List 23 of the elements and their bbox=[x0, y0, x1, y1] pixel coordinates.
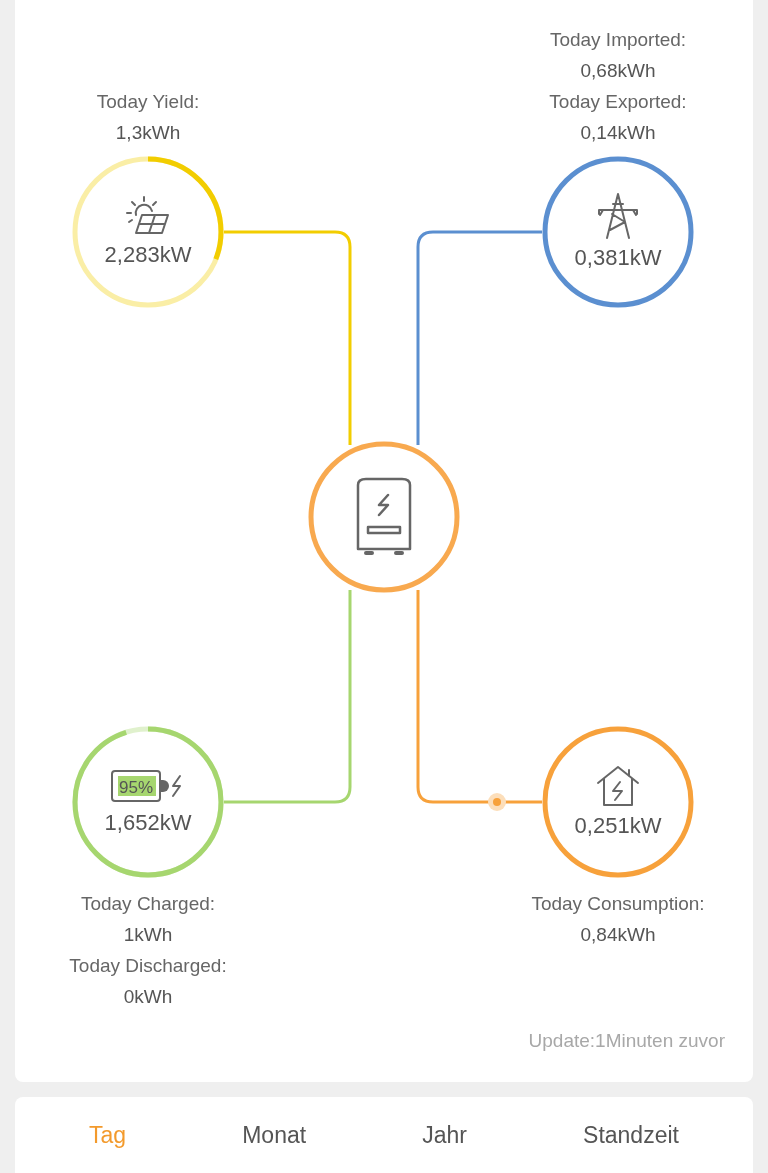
power-value: 1,652kW bbox=[104, 809, 192, 837]
stat-value: 1,3kWh bbox=[115, 121, 181, 145]
stat-label: Today Exported: bbox=[549, 90, 687, 114]
update-time: Update:1Minuten zuvor bbox=[528, 1029, 725, 1053]
stat-value: 0kWh bbox=[123, 985, 173, 1009]
flow-dot-icon bbox=[488, 793, 506, 811]
stat-value: 1kWh bbox=[123, 923, 173, 947]
power-value: 2,283kW bbox=[104, 241, 192, 269]
period-tab[interactable]: Monat bbox=[234, 1117, 315, 1153]
stat-label: Today Yield: bbox=[96, 90, 200, 114]
power-value: 0,251kW bbox=[574, 812, 662, 840]
stat-value: 0,14kWh bbox=[580, 121, 656, 145]
house-icon bbox=[595, 764, 641, 808]
stat-value: 0,84kWh bbox=[580, 923, 656, 947]
stat-label: Today Discharged: bbox=[69, 954, 227, 978]
stat-label: Today Consumption: bbox=[531, 892, 705, 916]
stat-value: 0,68kWh bbox=[580, 59, 656, 83]
period-tab[interactable]: Standzeit bbox=[575, 1117, 687, 1153]
power-value: 0,381kW bbox=[574, 244, 662, 272]
stat-label: Today Charged: bbox=[80, 892, 216, 916]
stat-label: Today Imported: bbox=[549, 28, 687, 52]
period-tab[interactable]: Jahr bbox=[414, 1117, 475, 1153]
solar-panel-icon bbox=[124, 195, 172, 237]
